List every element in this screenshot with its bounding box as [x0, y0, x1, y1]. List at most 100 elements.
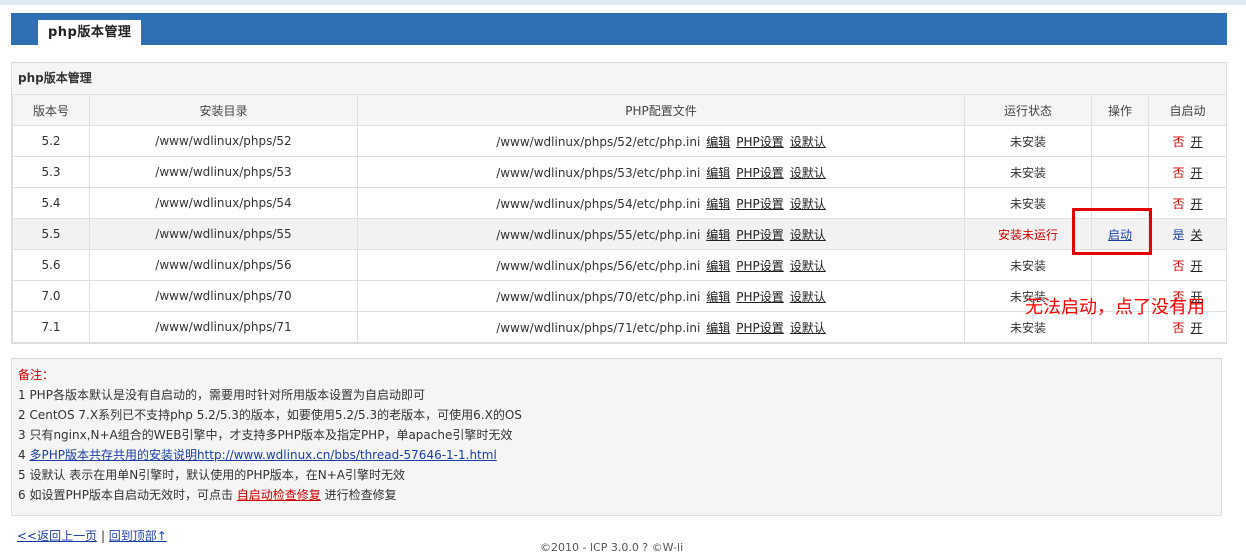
config-cell: /www/wdlinux/phps/54/etc/php.ini 编辑 PHP设置设…: [357, 187, 965, 219]
table-row: 5.6/www/wdlinux/phps/56/www/wdlinux/phps…: [12, 249, 1227, 281]
set-default-link[interactable]: 设默认: [790, 166, 826, 180]
note-prefix: 4: [18, 448, 30, 462]
config-path: /www/wdlinux/phps/53/etc/php.ini: [496, 165, 701, 180]
version-cell: 7.1: [12, 311, 90, 343]
column-header: 安装目录: [89, 94, 358, 126]
notes-panel: 备注： 1 PHP各版本默认是没有自启动的，需要用时针对所用版本设置为自启动即可…: [11, 358, 1222, 516]
set-default-link[interactable]: 设默认: [790, 259, 826, 273]
back-to-top-link[interactable]: 回到顶部↑: [109, 529, 167, 543]
version-cell: 5.6: [12, 249, 90, 281]
autostart-toggle-link[interactable]: 关: [1191, 228, 1203, 242]
action-cell: [1091, 156, 1149, 188]
version-cell: 5.5: [12, 218, 90, 250]
table-header-row: 版本号 安装目录 PHP配置文件 运行状态 操作 自启动: [12, 94, 1227, 126]
php-settings-link[interactable]: PHP设置: [736, 321, 784, 335]
footer-separator: |: [97, 529, 109, 543]
tab-bar: php版本管理: [11, 13, 1227, 45]
autostart-cell: 否开: [1148, 156, 1227, 188]
config-cell: /www/wdlinux/phps/71/etc/php.ini 编辑 PHP设置设…: [357, 311, 965, 343]
column-header: PHP配置文件: [357, 94, 965, 126]
edit-link[interactable]: 编辑: [706, 321, 730, 335]
version-cell: 5.4: [12, 187, 90, 219]
install-dir-cell: /www/wdlinux/phps/52: [89, 125, 358, 157]
set-default-link[interactable]: 设默认: [790, 197, 826, 211]
column-header: 操作: [1091, 94, 1149, 126]
php-settings-link[interactable]: PHP设置: [736, 228, 784, 242]
autostart-toggle-link[interactable]: 开: [1191, 197, 1203, 211]
config-path: /www/wdlinux/phps/70/etc/php.ini: [496, 289, 701, 304]
column-header: 版本号: [12, 94, 90, 126]
table-row: 5.4/www/wdlinux/phps/54/www/wdlinux/phps…: [12, 187, 1227, 219]
autostart-state: 是: [1172, 227, 1185, 242]
action-cell: [1091, 125, 1149, 157]
version-cell: 5.3: [12, 156, 90, 188]
set-default-link[interactable]: 设默认: [790, 135, 826, 149]
table-row: 5.3/www/wdlinux/phps/53/www/wdlinux/phps…: [12, 156, 1227, 188]
config-path: /www/wdlinux/phps/55/etc/php.ini: [496, 227, 701, 242]
autostart-state: 否: [1172, 165, 1185, 180]
status-cell: 未安装: [964, 156, 1092, 188]
set-default-link[interactable]: 设默认: [790, 321, 826, 335]
edit-link[interactable]: 编辑: [706, 228, 730, 242]
autostart-cell: 否开: [1148, 187, 1227, 219]
config-cell: /www/wdlinux/phps/56/etc/php.ini 编辑 PHP设置设…: [357, 249, 965, 281]
config-cell: /www/wdlinux/phps/52/etc/php.ini 编辑 PHP设置设…: [357, 125, 965, 157]
install-dir-cell: /www/wdlinux/phps/71: [89, 311, 358, 343]
tab-php-version-management[interactable]: php版本管理: [38, 20, 142, 45]
install-dir-cell: /www/wdlinux/phps/54: [89, 187, 358, 219]
edit-link[interactable]: 编辑: [706, 166, 730, 180]
config-path: /www/wdlinux/phps/52/etc/php.ini: [496, 134, 701, 149]
config-path: /www/wdlinux/phps/71/etc/php.ini: [496, 320, 701, 335]
top-strip: [0, 0, 1246, 5]
copyright: ©2010 - lCP 3.0.0 ? ©W-li: [540, 541, 684, 554]
status-cell: 未安装: [964, 125, 1092, 157]
php-settings-link[interactable]: PHP设置: [736, 166, 784, 180]
note-line: 1 PHP各版本默认是没有自启动的，需要用时针对所用版本设置为自启动即可: [18, 388, 425, 402]
annotation-text: 无法启动，点了没有用: [1025, 297, 1205, 318]
autostart-toggle-link[interactable]: 开: [1191, 259, 1203, 273]
install-dir-cell: /www/wdlinux/phps/70: [89, 280, 358, 312]
php-settings-link[interactable]: PHP设置: [736, 197, 784, 211]
autostart-toggle-link[interactable]: 开: [1191, 135, 1203, 149]
back-link[interactable]: <<返回上一页: [17, 529, 97, 543]
autostart-toggle-link[interactable]: 开: [1191, 321, 1203, 335]
config-cell: /www/wdlinux/phps/55/etc/php.ini 编辑 PHP设置设…: [357, 218, 965, 250]
table-row: 5.2/www/wdlinux/phps/52/www/wdlinux/phps…: [12, 125, 1227, 157]
config-cell: /www/wdlinux/phps/70/etc/php.ini 编辑 PHP设置设…: [357, 280, 965, 312]
note-line: 2 CentOS 7.X系列已不支持php 5.2/5.3的版本，如要使用5.2…: [18, 408, 522, 422]
note-line: 6 如设置PHP版本自启动无效时，可点击 自启动检查修复 进行检查修复: [18, 485, 1221, 505]
autostart-cell: 是关: [1148, 218, 1227, 250]
note-line: 3 只有nginx,N+A组合的WEB引擎中，才支持多PHP版本及指定PHP，单…: [18, 428, 513, 442]
autostart-repair-link[interactable]: 自启动检查修复: [237, 488, 321, 502]
autostart-toggle-link[interactable]: 开: [1191, 166, 1203, 180]
php-settings-link[interactable]: PHP设置: [736, 290, 784, 304]
edit-link[interactable]: 编辑: [706, 197, 730, 211]
edit-link[interactable]: 编辑: [706, 290, 730, 304]
column-header: 自启动: [1148, 94, 1227, 126]
panel-title: php版本管理: [18, 71, 92, 85]
install-dir-cell: /www/wdlinux/phps/56: [89, 249, 358, 281]
note-line: 5 设默认 表示在用单N引擎时，默认使用的PHP版本，在N+A引擎时无效: [18, 468, 405, 482]
autostart-state: 否: [1172, 196, 1185, 211]
php-settings-link[interactable]: PHP设置: [736, 135, 784, 149]
autostart-state: 否: [1172, 258, 1185, 273]
autostart-state: 否: [1172, 134, 1185, 149]
install-dir-cell: /www/wdlinux/phps/55: [89, 218, 358, 250]
install-guide-link[interactable]: 多PHP版本共存共用的安装说明http://www.wdlinux.cn/bbs…: [29, 448, 496, 462]
edit-link[interactable]: 编辑: [706, 259, 730, 273]
footer-nav: <<返回上一页 | 回到顶部↑: [17, 527, 167, 544]
set-default-link[interactable]: 设默认: [790, 228, 826, 242]
config-path: /www/wdlinux/phps/54/etc/php.ini: [496, 196, 701, 211]
autostart-state: 否: [1172, 320, 1185, 335]
note-prefix: 6 如设置PHP版本自启动无效时，可点击: [18, 488, 237, 502]
notes-title: 备注：: [18, 368, 55, 382]
set-default-link[interactable]: 设默认: [790, 290, 826, 304]
php-settings-link[interactable]: PHP设置: [736, 259, 784, 273]
edit-link[interactable]: 编辑: [706, 135, 730, 149]
version-cell: 5.2: [12, 125, 90, 157]
highlight-box: [1072, 208, 1152, 255]
version-cell: 7.0: [12, 280, 90, 312]
autostart-cell: 否开: [1148, 249, 1227, 281]
autostart-cell: 否开: [1148, 125, 1227, 157]
install-dir-cell: /www/wdlinux/phps/53: [89, 156, 358, 188]
